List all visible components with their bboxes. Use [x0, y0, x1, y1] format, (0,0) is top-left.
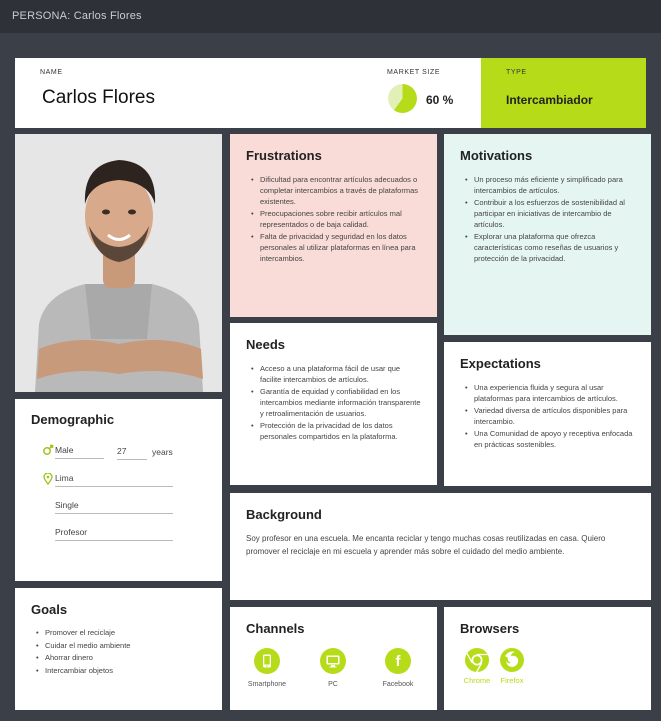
- demographic-title: Demographic: [31, 412, 115, 427]
- age-unit: years: [152, 447, 173, 457]
- motivations-title: Motivations: [460, 148, 533, 163]
- list-item: Ahorrar dinero: [33, 652, 206, 665]
- list-item: Una Comunidad de apoyo y receptiva enfoc…: [462, 428, 635, 450]
- list-item: Variedad diversa de artículos disponible…: [462, 405, 635, 427]
- location-pin-icon: [43, 472, 53, 490]
- frustrations-list: Dificultad para encontrar artículos adec…: [246, 174, 421, 264]
- motivations-card: Motivations Un proceso más eficiente y s…: [444, 134, 651, 335]
- list-item: Intercambiar objetos: [33, 665, 206, 678]
- motivations-list: Un proceso más eficiente y simplificado …: [460, 174, 635, 264]
- location-field[interactable]: Lima: [55, 471, 173, 487]
- expectations-list: Una experiencia fluida y segura al usar …: [460, 382, 635, 450]
- needs-title: Needs: [246, 337, 286, 352]
- monitor-icon: [320, 648, 346, 674]
- background-title: Background: [246, 507, 322, 522]
- list-item: Preocupaciones sobre recibir artículos m…: [248, 208, 421, 230]
- age-field[interactable]: 27: [117, 444, 147, 460]
- goals-title: Goals: [31, 602, 68, 617]
- list-item: Contribuir a los esfuerzos de sostenibil…: [462, 197, 635, 230]
- list-item: Falta de privacidad y seguridad en los d…: [248, 231, 421, 264]
- persona-name: Carlos Flores: [42, 87, 155, 108]
- expectations-card: Expectations Una experiencia fluida y se…: [444, 342, 651, 486]
- chrome-icon: [464, 647, 490, 673]
- browser-chrome[interactable]: Chrome: [460, 647, 494, 685]
- male-icon: [42, 443, 54, 461]
- channel-pc[interactable]: PC: [303, 648, 363, 688]
- channels-card: Channels Smartphone PC f Facebook: [230, 607, 437, 710]
- market-size-label: MARKET SIZE: [387, 69, 441, 76]
- browsers-card: Browsers Chrome Firefox: [444, 607, 651, 710]
- type-value: Intercambiador: [506, 93, 593, 107]
- goals-card: Goals Promover el reciclaje Cuidar el me…: [15, 588, 222, 710]
- browser-label: Firefox: [500, 676, 524, 685]
- channels-title: Channels: [246, 621, 305, 636]
- firefox-icon: [499, 647, 525, 673]
- list-item: Promover el reciclaje: [33, 627, 206, 640]
- persona-topbar: PERSONA: Carlos Flores: [0, 0, 661, 33]
- type-panel: TYPE Intercambiador: [481, 58, 646, 128]
- needs-card: Needs Acceso a una plataforma fácil de u…: [230, 323, 437, 485]
- demographic-card: Demographic Male 27 years Lima Single Pr…: [15, 399, 222, 581]
- persona-portrait-illustration: [15, 134, 222, 392]
- background-text: Soy profesor en una escuela. Me encanta …: [246, 534, 606, 556]
- name-label: NAME: [40, 69, 63, 76]
- market-size-value: 60 %: [426, 93, 454, 107]
- status-field[interactable]: Single: [55, 498, 173, 514]
- occupation-field[interactable]: Profesor: [55, 525, 173, 541]
- browser-firefox[interactable]: Firefox: [495, 647, 529, 685]
- browsers-title: Browsers: [460, 621, 520, 636]
- browser-label: Chrome: [463, 676, 491, 685]
- persona-header-card: NAME Carlos Flores MARKET SIZE 60 % TYPE…: [15, 58, 646, 128]
- gender-field[interactable]: Male: [55, 443, 104, 459]
- channel-label: Facebook: [382, 681, 414, 688]
- smartphone-icon: [254, 648, 280, 674]
- list-item: Una experiencia fluida y segura al usar …: [462, 382, 635, 404]
- channel-facebook[interactable]: f Facebook: [368, 648, 428, 688]
- list-item: Garantía de equidad y confiabilidad en l…: [248, 386, 421, 419]
- topbar-name: Carlos Flores: [73, 10, 142, 22]
- list-item: Dificultad para encontrar artículos adec…: [248, 174, 421, 207]
- channel-smartphone[interactable]: Smartphone: [237, 648, 297, 688]
- expectations-title: Expectations: [460, 356, 541, 371]
- persona-photo: [15, 134, 222, 392]
- needs-list: Acceso a una plataforma fácil de usar qu…: [246, 363, 421, 442]
- goals-list: Promover el reciclaje Cuidar el medio am…: [31, 627, 206, 677]
- channel-label: PC: [328, 681, 338, 688]
- list-item: Explorar una plataforma que ofrezca cara…: [462, 231, 635, 264]
- list-item: Protección de la privacidad de los datos…: [248, 420, 421, 442]
- frustrations-card: Frustrations Dificultad para encontrar a…: [230, 134, 437, 317]
- market-size-pie-icon: [388, 84, 417, 113]
- list-item: Acceso a una plataforma fácil de usar qu…: [248, 363, 421, 385]
- facebook-icon: f: [385, 648, 411, 674]
- list-item: Cuidar el medio ambiente: [33, 640, 206, 653]
- type-label: TYPE: [506, 69, 527, 76]
- list-item: Un proceso más eficiente y simplificado …: [462, 174, 635, 196]
- frustrations-title: Frustrations: [246, 148, 322, 163]
- background-card: Background Soy profesor en una escuela. …: [230, 493, 651, 600]
- topbar-prefix: PERSONA:: [12, 10, 71, 22]
- channel-label: Smartphone: [247, 681, 287, 688]
